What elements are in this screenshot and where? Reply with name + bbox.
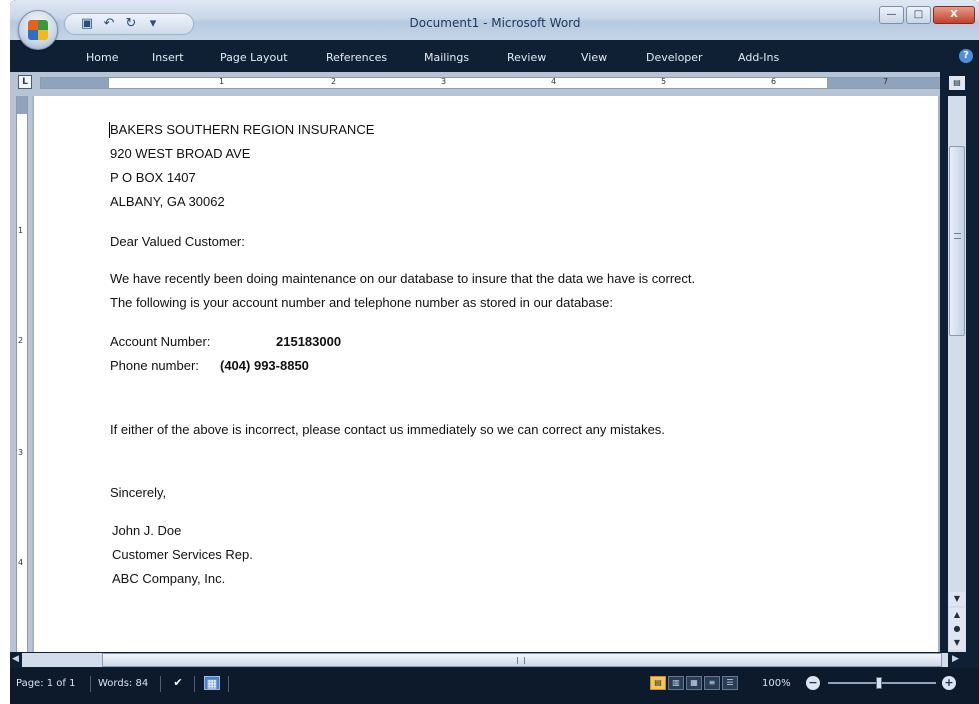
office-button[interactable] [18,10,58,50]
ruler-left-margin [41,78,109,88]
scroll-right-icon[interactable]: ▶ [952,654,959,664]
page-count[interactable]: Page: 1 of 1 [16,678,75,689]
web-layout-view-icon[interactable]: ▦ [686,676,702,690]
status-divider [90,676,91,692]
phone-number-value: (404) 993-8850 [220,358,309,373]
maximize-button[interactable]: □ [906,6,931,24]
status-divider [228,676,229,692]
tab-selector-button[interactable]: L [18,75,32,89]
document-page[interactable]: BAKERS SOUTHERN REGION INSURANCE 920 WES… [34,96,938,652]
window-title: Document1 - Microsoft Word [409,16,581,30]
status-divider [194,676,195,692]
address-line: BAKERS SOUTHERN REGION INSURANCE [110,122,375,137]
phone-number-label: Phone number: [110,358,199,373]
save-icon[interactable]: ▣ [79,16,95,32]
scroll-grip-icon [517,657,525,664]
ruler-number: 7 [883,77,889,86]
account-number-label: Account Number: [110,334,211,349]
ruler-number: 1 [18,226,24,235]
address-line: P O BOX 1407 [110,170,196,185]
tab-view[interactable]: View [581,51,607,64]
next-page-icon[interactable]: ▼ [949,636,965,650]
zoom-slider-track[interactable] [828,682,936,684]
word-window: ▣ ↶ ↻ ▾ Document1 - Microsoft Word — □ X… [10,0,979,704]
horizontal-scroll-thumb[interactable] [102,653,942,667]
close-button[interactable]: X [933,6,975,24]
vertical-scroll-track[interactable]: ▼ ▲ ● ▼ [948,96,966,652]
view-buttons: ▤ ▥ ▦ ≡ ☰ [650,676,738,690]
scroll-grip-icon [954,233,961,239]
tab-mailings[interactable]: Mailings [424,51,469,64]
account-number-value: 215183000 [276,334,342,349]
status-divider [160,676,161,692]
salutation: Dear Valued Customer: [110,234,245,249]
ruler-number: 1 [219,77,225,86]
intro-line: We have recently been doing maintenance … [110,271,696,286]
redo-icon[interactable]: ↻ [123,16,139,32]
tab-page-layout[interactable]: Page Layout [220,51,288,64]
ruler-number: 5 [661,77,667,86]
undo-icon[interactable]: ↶ [101,16,117,32]
ruler-number: 2 [18,336,24,345]
macro-recording-icon[interactable]: ▦ [204,676,220,690]
notice-paragraph: If either of the above is incorrect, ple… [110,422,665,437]
closing: Sincerely, [110,485,167,500]
horizontal-scroll-track[interactable] [22,653,948,667]
zoom-slider-thumb[interactable] [876,677,882,689]
ruler-number: 6 [771,77,777,86]
document-area: BAKERS SOUTHERN REGION INSURANCE 920 WES… [32,96,940,652]
horizontal-ruler[interactable]: 1 2 3 4 5 6 7 [40,77,946,89]
proofing-icon[interactable]: ✔ [170,676,186,690]
quick-access-toolbar: ▣ ↶ ↻ ▾ [64,13,194,35]
print-layout-view-icon[interactable]: ▤ [650,676,666,690]
previous-page-icon[interactable]: ▲ [949,608,965,622]
vertical-ruler-area: 1 2 3 4 [10,96,32,652]
scroll-left-icon[interactable]: ◀ [12,654,19,664]
scroll-down-icon[interactable]: ▼ [949,592,965,606]
address-line: ALBANY, GA 30062 [110,194,225,209]
zoom-in-icon[interactable]: + [942,676,956,690]
ruler-number: 4 [18,558,24,567]
signature-title: Customer Services Rep. [112,547,253,562]
ruler-bar: L 1 2 3 4 5 6 7 [10,72,979,96]
intro-line: The following is your account number and… [110,295,613,310]
vertical-ruler[interactable]: 1 2 3 4 [16,96,28,652]
address-line: 920 WEST BROAD AVE [110,146,251,161]
customize-quick-access-icon[interactable]: ▾ [145,16,161,32]
ribbon-tab-bar: Home Insert Page Layout References Maili… [10,40,979,72]
full-screen-reading-view-icon[interactable]: ▥ [668,676,684,690]
vertical-scroll-thumb[interactable] [949,146,965,336]
vertical-ruler-top-margin [17,96,27,114]
signature-company: ABC Company, Inc. [112,571,226,586]
ruler-number: 4 [551,77,557,86]
office-logo-icon [28,20,48,40]
vertical-scrollbar[interactable]: ▤ ▼ ▲ ● ▼ [940,72,979,652]
tab-developer[interactable]: Developer [646,51,703,64]
zoom-out-icon[interactable]: − [806,676,820,690]
draft-view-icon[interactable]: ☰ [722,676,738,690]
ruler-number: 3 [441,77,447,86]
tab-references[interactable]: References [326,51,387,64]
outline-view-icon[interactable]: ≡ [704,676,720,690]
word-count[interactable]: Words: 84 [98,678,148,689]
ruler-number: 2 [331,77,337,86]
title-bar: ▣ ↶ ↻ ▾ Document1 - Microsoft Word — □ X [10,0,979,40]
tab-review[interactable]: Review [507,51,546,64]
tab-add-ins[interactable]: Add-Ins [738,51,779,64]
tab-home[interactable]: Home [86,51,118,64]
horizontal-scrollbar[interactable]: ◀ ▶ [10,652,979,668]
signature-name: John J. Doe [112,523,182,538]
window-controls: — □ X [879,6,975,24]
minimize-button[interactable]: — [879,6,904,24]
tab-insert[interactable]: Insert [152,51,184,64]
zoom-level[interactable]: 100% [762,678,791,689]
help-icon[interactable]: ? [959,49,973,63]
ruler-number: 3 [18,448,24,457]
status-bar: Page: 1 of 1 Words: 84 ✔ ▦ ▤ ▥ ▦ ≡ ☰ 100… [10,668,979,704]
view-ruler-icon[interactable]: ▤ [949,76,965,90]
select-browse-object-icon[interactable]: ● [949,622,965,636]
